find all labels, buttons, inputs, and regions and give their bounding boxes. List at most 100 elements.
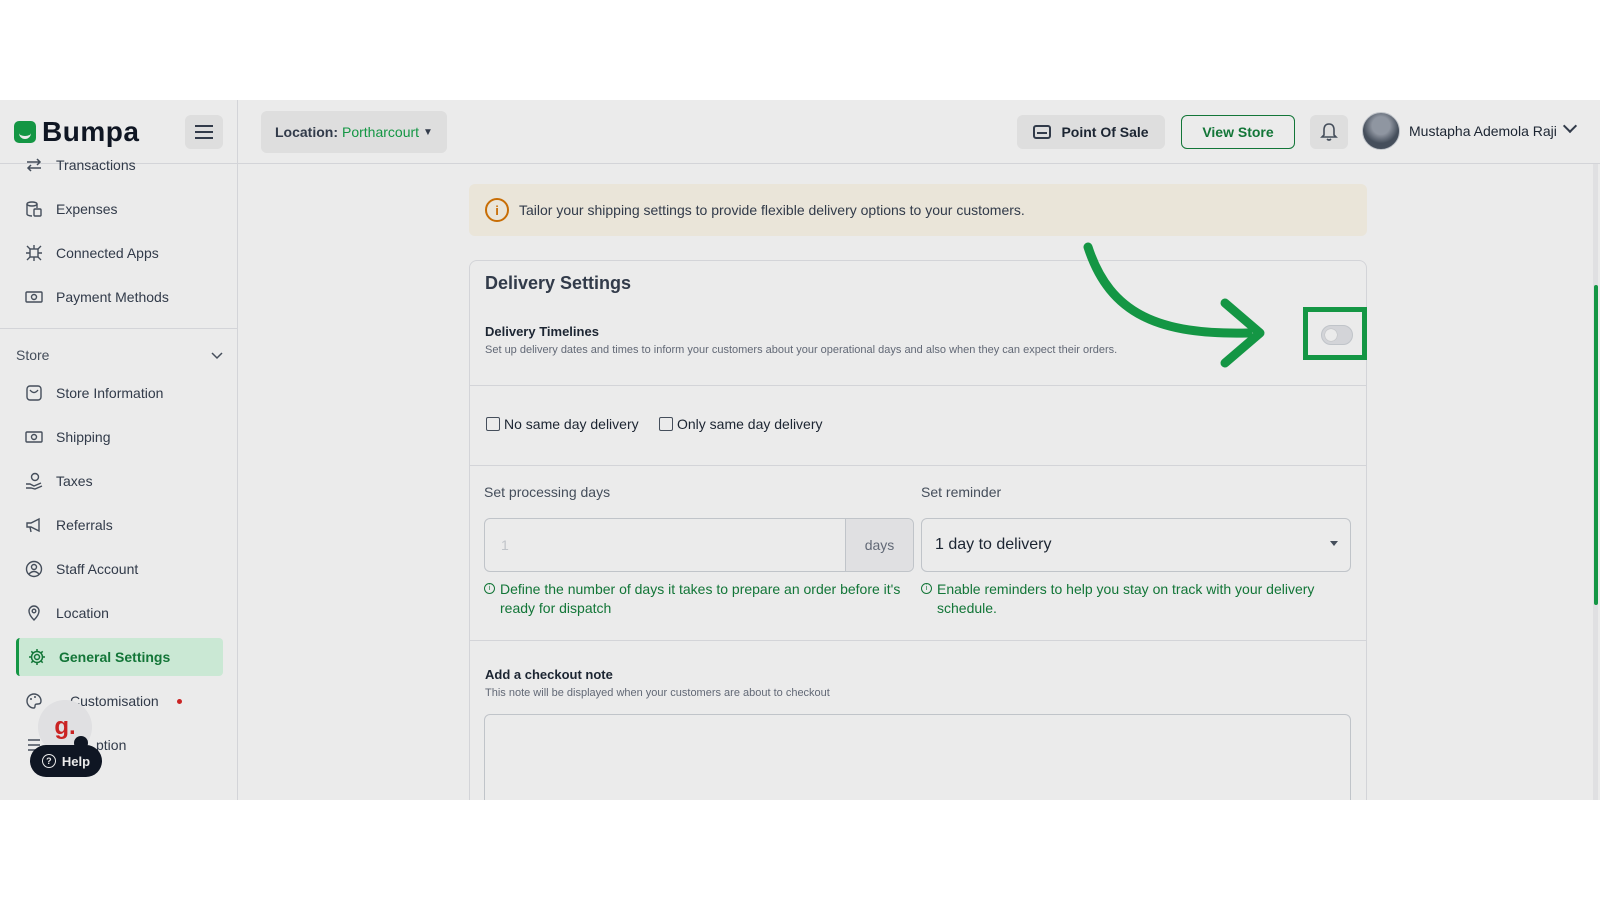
card-title: Delivery Settings xyxy=(485,273,632,293)
help-label: Help xyxy=(61,753,91,769)
help-question-icon: ? xyxy=(41,754,56,768)
top-bar: Bumpa Location: Portharcourt ▼ Point Of … xyxy=(0,100,1600,164)
section-label: Store xyxy=(16,347,50,363)
sidebar-item-store-information[interactable]: Store Information xyxy=(16,374,223,412)
app-window: Bumpa Location: Portharcourt ▼ Point Of … xyxy=(0,100,1600,800)
sidebar-item-label: Store Information xyxy=(56,385,164,401)
sidebar-item-payment-methods[interactable]: Payment Methods xyxy=(16,278,223,316)
checkout-note-desc: This note will be displayed when your cu… xyxy=(485,687,830,699)
checkout-note-textarea[interactable] xyxy=(484,714,1351,800)
bumpa-logo-icon xyxy=(14,121,36,143)
info-icon: i xyxy=(485,198,509,222)
menu-line xyxy=(195,131,213,133)
card-divider xyxy=(470,465,1366,466)
sidebar-item-label: Referrals xyxy=(56,517,113,533)
gear-icon xyxy=(27,647,47,667)
card-divider xyxy=(470,640,1366,641)
sidebar-item-taxes[interactable]: Taxes xyxy=(16,462,223,500)
no-same-day-checkbox-row[interactable]: No same day delivery xyxy=(486,416,639,432)
chevron-down-icon[interactable] xyxy=(1562,118,1578,134)
transactions-icon xyxy=(24,155,44,175)
sidebar-section-store[interactable]: Store xyxy=(16,347,223,363)
caret-down-icon xyxy=(1330,541,1338,546)
card-divider xyxy=(470,385,1366,386)
no-same-day-checkbox[interactable] xyxy=(486,417,500,431)
processing-days-unit: days xyxy=(845,519,913,571)
scrollbar-thumb[interactable] xyxy=(1594,285,1598,605)
sidebar-item-transactions[interactable]: Transactions xyxy=(16,146,223,184)
delivery-timelines-desc: Set up delivery dates and times to infor… xyxy=(485,344,1118,356)
new-badge-dot xyxy=(176,698,182,704)
reminder-hint-text: Enable reminders to help you stay on tra… xyxy=(937,581,1315,616)
sidebar-item-connected-apps[interactable]: Connected Apps xyxy=(16,234,223,272)
point-of-sale-label: Point Of Sale xyxy=(1061,124,1149,140)
shipping-icon xyxy=(24,427,44,447)
sidebar: Transactions Expenses Connected Apps Pay… xyxy=(0,157,237,800)
sidebar-item-staff-account[interactable]: Staff Account xyxy=(16,550,223,588)
sidebar-divider xyxy=(237,100,238,800)
banner-text: Tailor your shipping settings to provide… xyxy=(519,202,1025,218)
brand-logo[interactable]: Bumpa xyxy=(14,116,139,148)
point-of-sale-button[interactable]: Point Of Sale xyxy=(1017,115,1165,149)
sidebar-item-referrals[interactable]: Referrals xyxy=(16,506,223,544)
payment-methods-icon xyxy=(24,287,44,307)
pos-terminal-icon xyxy=(1033,125,1052,139)
sidebar-item-expenses[interactable]: Expenses xyxy=(16,190,223,228)
processing-days-value: 1 xyxy=(501,537,509,553)
only-same-day-checkbox[interactable] xyxy=(659,417,673,431)
sidebar-item-label: General Settings xyxy=(59,649,171,665)
expenses-icon xyxy=(24,199,44,219)
caret-down-icon: ▼ xyxy=(423,126,433,138)
hamburger-menu-button[interactable] xyxy=(185,115,223,149)
widget-letter: g. xyxy=(54,713,76,740)
sidebar-item-label: Location xyxy=(56,605,109,621)
location-value: Portharcourt xyxy=(342,124,420,140)
user-name[interactable]: Mustapha Ademola Raji xyxy=(1409,123,1557,139)
megaphone-icon xyxy=(24,515,44,535)
notifications-button[interactable] xyxy=(1310,115,1348,149)
location-pin-icon xyxy=(24,603,44,623)
sidebar-item-label: Payment Methods xyxy=(56,289,169,305)
brand-name: Bumpa xyxy=(42,116,140,147)
palette-icon xyxy=(24,691,44,711)
staff-account-icon xyxy=(24,559,44,579)
highlight-box xyxy=(1303,307,1367,360)
no-same-day-label: No same day delivery xyxy=(504,416,639,432)
only-same-day-label: Only same day delivery xyxy=(677,416,823,432)
avatar[interactable] xyxy=(1362,112,1400,150)
help-button[interactable]: ? Help xyxy=(30,745,102,777)
reminder-label: Set reminder xyxy=(921,484,1002,500)
info-banner: i Tailor your shipping settings to provi… xyxy=(469,184,1367,236)
processing-days-input[interactable]: 1 days xyxy=(484,518,914,572)
sidebar-item-label: Taxes xyxy=(56,473,93,489)
only-same-day-checkbox-row[interactable]: Only same day delivery xyxy=(659,416,823,432)
sidebar-item-label: Connected Apps xyxy=(56,245,159,261)
green-arrow-annotation xyxy=(1083,242,1265,368)
hint-info-icon: i xyxy=(484,583,495,594)
reminder-hint: i Enable reminders to help you stay on t… xyxy=(921,580,1351,618)
reminder-value: 1 day to delivery xyxy=(935,536,1052,553)
hint-info-icon: i xyxy=(921,583,932,594)
location-selector[interactable]: Location: Portharcourt ▼ xyxy=(261,111,447,153)
processing-hint-text: Define the number of days it takes to pr… xyxy=(500,581,901,616)
section-divider xyxy=(0,328,237,329)
delivery-timelines-title: Delivery Timelines xyxy=(485,324,599,339)
checkout-note-title: Add a checkout note xyxy=(485,667,613,682)
reminder-select[interactable]: 1 day to delivery xyxy=(921,518,1351,572)
processing-days-hint: i Define the number of days it takes to … xyxy=(484,580,914,618)
sidebar-item-label: Transactions xyxy=(56,157,136,173)
bell-icon xyxy=(1320,123,1338,141)
sidebar-item-label: Staff Account xyxy=(56,561,139,577)
taxes-icon xyxy=(24,471,44,491)
sidebar-item-shipping[interactable]: Shipping xyxy=(16,418,223,456)
menu-line xyxy=(195,137,213,139)
sidebar-item-general-settings[interactable]: General Settings xyxy=(16,638,223,676)
sidebar-item-location[interactable]: Location xyxy=(16,594,223,632)
connected-apps-icon xyxy=(24,243,44,263)
chevron-down-icon xyxy=(211,347,223,363)
location-label: Location: xyxy=(275,124,338,140)
sidebar-item-label: Expenses xyxy=(56,201,118,217)
view-store-button[interactable]: View Store xyxy=(1181,115,1295,149)
processing-days-label: Set processing days xyxy=(484,484,611,500)
store-information-icon xyxy=(24,383,44,403)
